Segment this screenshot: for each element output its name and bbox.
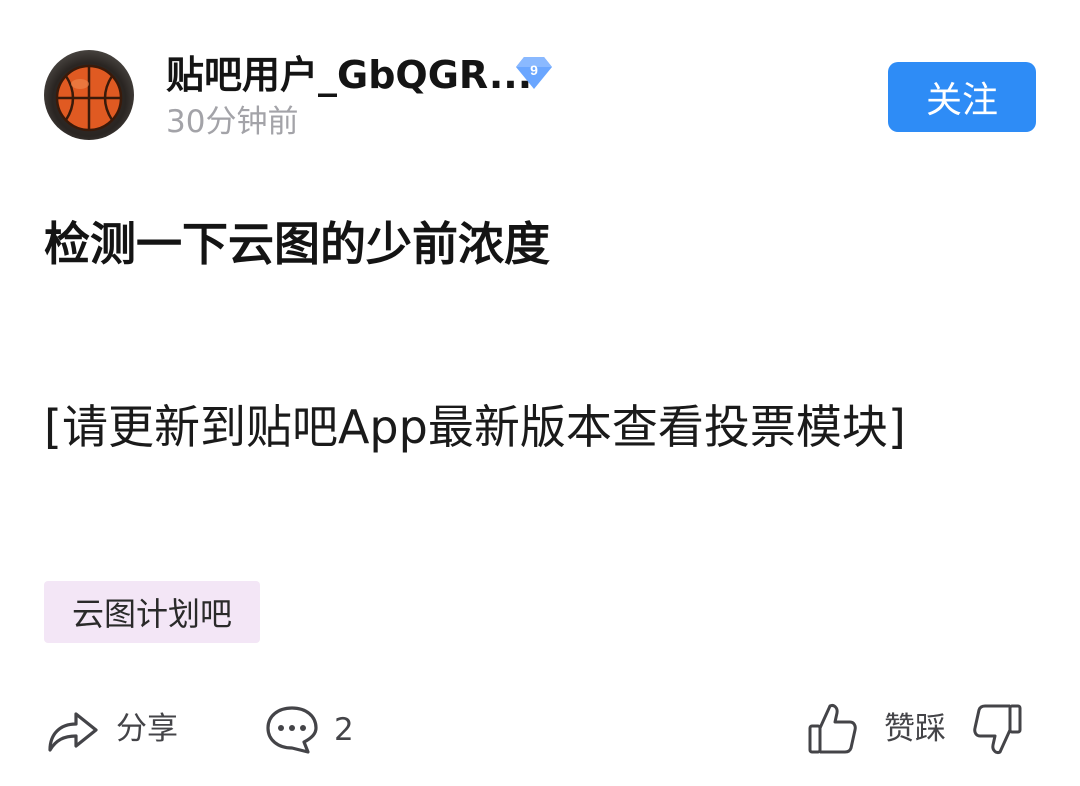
comment-bubble-icon [266,706,318,754]
thumbs-up-icon[interactable] [806,700,858,758]
level-badge: 9 [514,55,554,91]
post-title: 检测一下云图的少前浓度 [44,217,550,271]
comment-button[interactable]: 2 [264,704,354,756]
basketball-icon [55,64,123,132]
post-body: [请更新到贴吧App最新版本查看投票模块] [44,400,906,454]
like-dislike-label: 赞踩 [884,711,946,747]
like-dislike-group: 赞踩 [806,700,1024,758]
share-arrow-icon [48,712,98,752]
author-name[interactable]: 贴吧用户_GbQGR... [166,52,532,98]
thumbs-down-icon[interactable] [972,700,1024,758]
comment-count: 2 [334,712,354,748]
share-button[interactable]: 分享 [44,704,178,754]
post-time: 30分钟前 [166,104,299,140]
avatar[interactable] [44,50,134,140]
share-label: 分享 [116,711,178,747]
follow-button[interactable]: 关注 [888,62,1036,132]
forum-tag[interactable]: 云图计划吧 [44,581,261,643]
level-number: 9 [530,62,538,78]
